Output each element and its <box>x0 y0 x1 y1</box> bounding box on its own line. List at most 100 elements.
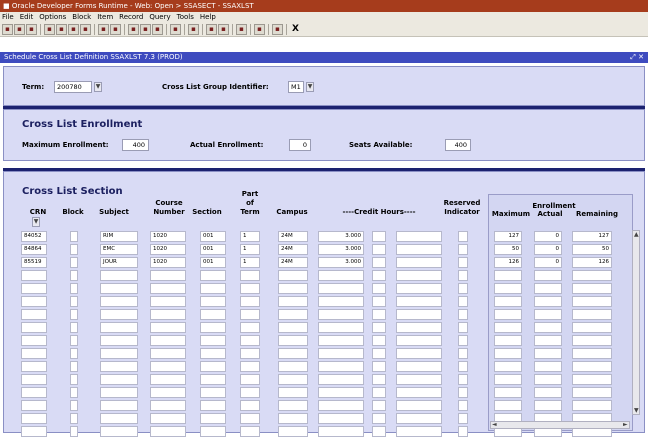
grid-cell-campus[interactable] <box>278 309 308 320</box>
grid-cell-course[interactable] <box>150 400 186 411</box>
grid-cell-cr2[interactable] <box>372 348 386 359</box>
grid-cell-block[interactable] <box>70 400 78 411</box>
grid-cell-part[interactable] <box>240 374 260 385</box>
grid-cell-block[interactable] <box>70 387 78 398</box>
grid-cell-campus[interactable] <box>278 322 308 333</box>
grid-cell-course[interactable] <box>150 387 186 398</box>
grid-cell-cr3[interactable] <box>396 374 442 385</box>
grid-cell-remaining[interactable] <box>572 387 612 398</box>
grid-cell-remaining[interactable] <box>572 270 612 281</box>
menu-block[interactable]: Block <box>72 12 91 23</box>
grid-cell-cr2[interactable] <box>372 296 386 307</box>
grid-cell-reserved[interactable] <box>458 348 468 359</box>
grid-cell-cr3[interactable] <box>396 309 442 320</box>
grid-cell-course[interactable] <box>150 361 186 372</box>
save-icon[interactable]: ▪ <box>2 24 13 35</box>
grid-cell-campus[interactable] <box>278 426 308 437</box>
grid-cell-remaining[interactable] <box>572 361 612 372</box>
grid-cell-cr3[interactable] <box>396 257 442 268</box>
grid-cell-section[interactable]: 001 <box>200 231 226 242</box>
grid-cell-part[interactable] <box>240 335 260 346</box>
grid-cell-maximum[interactable] <box>494 400 522 411</box>
menu-file[interactable]: File <box>2 12 14 23</box>
grid-cell-section[interactable]: 001 <box>200 244 226 255</box>
grid-cell-campus[interactable] <box>278 335 308 346</box>
grid-cell-actual[interactable] <box>534 387 562 398</box>
grid-cell-course[interactable]: 1020 <box>150 244 186 255</box>
grid-cell-credit[interactable] <box>318 270 364 281</box>
grid-cell-reserved[interactable] <box>458 374 468 385</box>
grid-cell-subject[interactable] <box>100 270 138 281</box>
grid-cell-block[interactable] <box>70 231 78 242</box>
grid-cell-block[interactable] <box>70 309 78 320</box>
seats-available-field[interactable]: 400 <box>445 139 471 151</box>
grid-cell-campus[interactable] <box>278 413 308 424</box>
grid-cell-crn[interactable] <box>21 309 47 320</box>
grid-cell-actual[interactable]: 0 <box>534 257 562 268</box>
enter-query-icon[interactable]: ▪ <box>98 24 109 35</box>
grid-cell-actual[interactable] <box>534 335 562 346</box>
grid-cell-cr2[interactable] <box>372 257 386 268</box>
grid-cell-subject[interactable] <box>100 296 138 307</box>
term-lov-button[interactable]: ▼ <box>94 82 102 92</box>
grid-cell-campus[interactable] <box>278 387 308 398</box>
grid-cell-crn[interactable] <box>21 361 47 372</box>
grid-cell-reserved[interactable] <box>458 309 468 320</box>
grid-cell-campus[interactable]: 24M <box>278 257 308 268</box>
grid-cell-reserved[interactable] <box>458 283 468 294</box>
grid-cell-crn[interactable] <box>21 322 47 333</box>
crn-lov-button[interactable]: ▼ <box>32 217 40 227</box>
clear-record-icon[interactable]: ▪ <box>152 24 163 35</box>
grid-cell-part[interactable] <box>240 283 260 294</box>
grid-cell-maximum[interactable]: 126 <box>494 257 522 268</box>
grid-cell-crn[interactable] <box>21 413 47 424</box>
grid-cell-block[interactable] <box>70 361 78 372</box>
grid-cell-section[interactable] <box>200 283 226 294</box>
previous-block-icon[interactable]: ▪ <box>44 24 55 35</box>
grid-cell-crn[interactable] <box>21 270 47 281</box>
grid-cell-crn[interactable] <box>21 400 47 411</box>
grid-cell-cr3[interactable] <box>396 348 442 359</box>
insert-record-icon[interactable]: ▪ <box>128 24 139 35</box>
grid-cell-actual[interactable] <box>534 400 562 411</box>
grid-cell-remaining[interactable] <box>572 400 612 411</box>
grid-cell-cr3[interactable] <box>396 413 442 424</box>
grid-cell-reserved[interactable] <box>458 322 468 333</box>
grid-cell-section[interactable] <box>200 374 226 385</box>
grid-cell-maximum[interactable] <box>494 387 522 398</box>
grid-cell-course[interactable]: 1020 <box>150 257 186 268</box>
grid-cell-section[interactable] <box>200 322 226 333</box>
grid-cell-campus[interactable] <box>278 361 308 372</box>
menu-tools[interactable]: Tools <box>177 12 194 23</box>
grid-cell-part[interactable] <box>240 361 260 372</box>
grid-cell-subject[interactable] <box>100 361 138 372</box>
grid-cell-campus[interactable] <box>278 296 308 307</box>
menu-edit[interactable]: Edit <box>20 12 34 23</box>
grid-cell-remaining[interactable] <box>572 322 612 333</box>
grid-cell-course[interactable] <box>150 335 186 346</box>
grid-cell-reserved[interactable] <box>458 387 468 398</box>
max-enrollment-field[interactable]: 400 <box>122 139 149 151</box>
grid-cell-credit[interactable]: 3.000 <box>318 244 364 255</box>
grid-cell-maximum[interactable]: 127 <box>494 231 522 242</box>
scroll-right-icon[interactable]: ► <box>623 422 628 428</box>
grid-cell-actual[interactable] <box>534 322 562 333</box>
grid-cell-maximum[interactable] <box>494 322 522 333</box>
grid-cell-remaining[interactable] <box>572 374 612 385</box>
grid-cell-reserved[interactable] <box>458 413 468 424</box>
grid-cell-part[interactable] <box>240 387 260 398</box>
grid-cell-reserved[interactable] <box>458 257 468 268</box>
delete-record-icon[interactable]: ▪ <box>140 24 151 35</box>
grid-cell-cr3[interactable] <box>396 244 442 255</box>
menu-record[interactable]: Record <box>119 12 143 23</box>
grid-cell-part[interactable]: 1 <box>240 244 260 255</box>
grid-cell-subject[interactable] <box>100 309 138 320</box>
grid-cell-credit[interactable] <box>318 361 364 372</box>
grid-cell-credit[interactable] <box>318 335 364 346</box>
grid-cell-remaining[interactable] <box>572 296 612 307</box>
next-record-icon[interactable]: ▪ <box>80 24 91 35</box>
bookmark-icon[interactable]: ▪ <box>254 24 265 35</box>
grid-cell-cr2[interactable] <box>372 374 386 385</box>
grid-cell-remaining[interactable] <box>572 283 612 294</box>
grid-cell-reserved[interactable] <box>458 335 468 346</box>
